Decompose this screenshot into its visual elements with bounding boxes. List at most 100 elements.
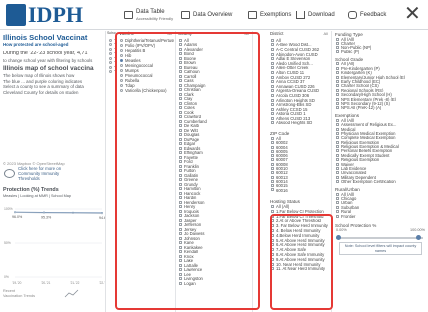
checkbox-icon[interactable] <box>271 214 274 218</box>
checkbox-icon[interactable] <box>271 267 274 271</box>
checkbox-icon[interactable] <box>336 123 339 127</box>
checkbox-icon[interactable] <box>271 154 274 158</box>
checkbox-icon[interactable] <box>271 66 274 70</box>
checkbox-icon[interactable] <box>336 192 339 196</box>
checkbox-icon[interactable] <box>179 43 182 47</box>
checkbox-icon[interactable] <box>179 245 182 249</box>
county-header-action[interactable]: All <box>245 31 249 38</box>
checkbox-icon[interactable] <box>179 70 182 74</box>
checkbox-icon[interactable] <box>336 106 339 110</box>
checkbox-icon[interactable] <box>179 236 182 240</box>
radio-icon[interactable] <box>109 61 112 65</box>
checkbox-icon[interactable] <box>271 145 274 149</box>
checkbox-icon[interactable] <box>336 37 339 41</box>
funding-type-option[interactable]: Public (P) <box>333 50 428 54</box>
radio-icon[interactable] <box>120 64 123 67</box>
checkbox-icon[interactable] <box>271 112 274 116</box>
slider-min-handle[interactable] <box>336 235 341 241</box>
checkbox-icon[interactable] <box>336 88 339 92</box>
radio-icon[interactable] <box>120 54 123 57</box>
checkbox-icon[interactable] <box>271 80 274 84</box>
radio-icon[interactable] <box>120 39 123 42</box>
checkbox-icon[interactable] <box>336 50 339 54</box>
checkbox-icon[interactable] <box>179 182 182 186</box>
checkbox-icon[interactable] <box>179 250 182 254</box>
checkbox-icon[interactable] <box>179 155 182 159</box>
checkbox-icon[interactable] <box>271 167 274 170</box>
checkbox-icon[interactable] <box>271 57 274 61</box>
radio-icon[interactable] <box>109 65 112 69</box>
checkbox-icon[interactable] <box>179 223 182 227</box>
checkbox-icon[interactable] <box>179 151 182 155</box>
checkbox-icon[interactable] <box>271 219 274 223</box>
checkbox-icon[interactable] <box>179 88 182 92</box>
radio-icon[interactable] <box>120 74 123 77</box>
checkbox-icon[interactable] <box>271 162 274 166</box>
checkbox-icon[interactable] <box>179 146 182 150</box>
radio-icon[interactable] <box>109 47 112 51</box>
feedback-button[interactable]: Feedback <box>348 6 386 24</box>
checkbox-icon[interactable] <box>179 119 182 123</box>
data-point[interactable] <box>101 212 103 215</box>
checkbox-icon[interactable] <box>179 160 182 164</box>
checkbox-icon[interactable] <box>271 98 274 102</box>
checkbox-icon[interactable] <box>179 227 182 231</box>
checkbox-icon[interactable] <box>336 62 339 66</box>
checkbox-icon[interactable] <box>271 47 274 51</box>
download-button[interactable]: Download <box>296 6 335 24</box>
checkbox-icon[interactable] <box>336 205 339 209</box>
radio-icon[interactable] <box>109 52 112 56</box>
data-table-button[interactable]: Data Table Accessibility Friendly <box>124 6 173 24</box>
checkbox-icon[interactable] <box>336 214 339 218</box>
checkbox-icon[interactable] <box>336 145 339 149</box>
rural-urban-option[interactable]: Frontier <box>333 214 428 218</box>
checkbox-icon[interactable] <box>271 205 274 209</box>
checkbox-icon[interactable] <box>179 241 182 245</box>
district-header-action[interactable]: All <box>324 31 328 38</box>
community-immunity-link[interactable]: Click here for more on Community Immunit… <box>4 166 61 181</box>
checkbox-icon[interactable] <box>336 66 339 70</box>
checkbox-icon[interactable] <box>271 188 274 192</box>
checkbox-icon[interactable] <box>179 133 182 137</box>
checkbox-icon[interactable] <box>336 153 339 157</box>
checkbox-icon[interactable] <box>179 56 182 60</box>
checkbox-icon[interactable] <box>179 205 182 209</box>
checkbox-icon[interactable] <box>336 158 339 162</box>
checkbox-icon[interactable] <box>336 101 339 105</box>
checkbox-icon[interactable] <box>336 201 339 205</box>
vaccine-option[interactable]: Varicella (Chickenpox) <box>117 88 174 93</box>
checkbox-icon[interactable] <box>179 187 182 191</box>
hosting-status-option[interactable]: 11. At Near Herd Immunity <box>268 267 330 271</box>
checkbox-icon[interactable] <box>179 254 182 258</box>
checkbox-icon[interactable] <box>336 93 339 97</box>
county-option[interactable]: Logan <box>176 281 251 286</box>
school-grade-option[interactable]: NPS All (PreK-12) (A) <box>333 106 428 110</box>
checkbox-icon[interactable] <box>179 191 182 195</box>
checkbox-icon[interactable] <box>179 281 182 285</box>
checkbox-icon[interactable] <box>179 164 182 168</box>
checkbox-icon[interactable] <box>271 257 274 261</box>
checkbox-icon[interactable] <box>179 137 182 141</box>
checkbox-icon[interactable] <box>271 121 274 125</box>
checkbox-icon[interactable] <box>179 38 182 42</box>
radio-icon[interactable] <box>120 49 123 52</box>
checkbox-icon[interactable] <box>336 167 339 171</box>
checkbox-icon[interactable] <box>179 178 182 182</box>
radio-icon[interactable] <box>109 70 112 74</box>
checkbox-icon[interactable] <box>271 175 274 179</box>
radio-icon[interactable] <box>120 89 123 92</box>
checkbox-icon[interactable] <box>271 89 274 93</box>
checkbox-icon[interactable] <box>271 209 274 213</box>
checkbox-icon[interactable] <box>179 218 182 222</box>
checkbox-icon[interactable] <box>271 184 274 188</box>
checkbox-icon[interactable] <box>179 61 182 65</box>
checkbox-icon[interactable] <box>271 38 274 42</box>
checkbox-icon[interactable] <box>336 175 339 179</box>
checkbox-icon[interactable] <box>336 97 339 101</box>
radio-icon[interactable] <box>120 44 123 47</box>
vaccine-header-action[interactable]: All <box>168 31 172 38</box>
exemptions-button[interactable]: Exemptions <box>248 6 291 24</box>
data-overview-button[interactable]: Data Overview <box>181 6 232 24</box>
checkbox-icon[interactable] <box>271 149 274 153</box>
checkbox-icon[interactable] <box>336 149 339 153</box>
